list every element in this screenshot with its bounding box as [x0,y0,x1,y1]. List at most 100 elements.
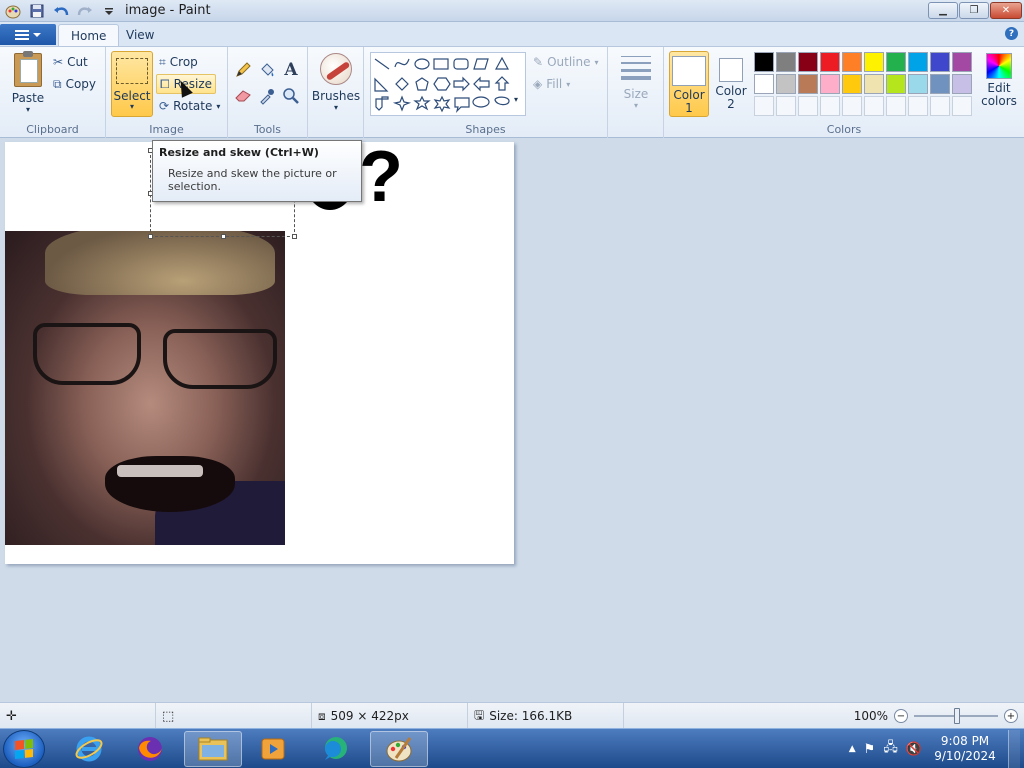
color-swatch[interactable] [776,52,796,72]
custom-color-slot[interactable] [754,96,774,116]
brushes-label: Brushes [311,89,361,103]
color-swatch[interactable] [908,74,928,94]
color-swatch[interactable] [798,74,818,94]
outline-label: Outline [547,55,591,69]
help-icon[interactable]: ? [1005,27,1018,40]
paint-menu-button[interactable] [0,24,56,45]
custom-color-slot[interactable] [952,96,972,116]
system-clock[interactable]: 9:08 PM 9/10/2024 [930,734,1000,764]
selection-handle[interactable] [221,234,226,239]
shapes-gallery-icons[interactable] [371,53,527,117]
color-swatch[interactable] [864,52,884,72]
color-wheel-icon [986,53,1012,79]
volume-muted-icon[interactable]: 🔇 [906,742,922,757]
canvas-workspace[interactable]: ?? [0,138,1024,702]
color-swatch[interactable] [952,52,972,72]
selection-size-segment: ⬚ [156,703,312,729]
show-desktop-button[interactable] [1008,730,1020,768]
paste-label: Paste [11,91,45,105]
custom-color-slot[interactable] [908,96,928,116]
cut-button[interactable]: ✂ Cut [50,52,91,72]
custom-color-slot[interactable] [930,96,950,116]
customize-toolbar-icon[interactable] [100,2,118,20]
size-button[interactable]: Size ▾ [616,53,656,110]
brushes-button[interactable]: Brushes ▾ [311,53,361,112]
taskbar-chat-app[interactable] [306,731,364,767]
fill-bucket-icon[interactable] [256,59,278,81]
tab-view[interactable]: View [114,24,166,46]
move-cursor-icon: ✛ [6,708,17,724]
color-swatch[interactable] [842,52,862,72]
restore-button[interactable]: ❐ [959,2,989,19]
color-swatch[interactable] [776,74,796,94]
edit-colors-button[interactable]: Edit colors [978,53,1020,108]
outline-button[interactable]: ✎ Outline ▾ [530,52,602,72]
copy-button[interactable]: ⧉ Copy [50,74,99,94]
shapes-scroll-down-icon[interactable]: ▾ [514,89,518,109]
color-swatch[interactable] [864,74,884,94]
selection-handle[interactable] [292,234,297,239]
color-swatch[interactable] [952,74,972,94]
magnifier-icon[interactable] [280,85,302,107]
eraser-icon[interactable] [232,85,254,107]
photo-teeth [117,465,203,477]
color2-button[interactable]: Color 2 [711,51,751,117]
colors-group: Color 1 Color 2 Edit colors Colors [664,47,1024,139]
taskbar-paint[interactable] [370,731,428,767]
minimize-button[interactable]: ▁ [928,2,958,19]
redo-icon[interactable] [76,2,94,20]
status-bar: ✛ ⬚ ⧈ 509 × 422px 🖫 Size: 166.1KB 100% −… [0,702,1024,729]
taskbar-file-explorer[interactable] [184,731,242,767]
color-picker-icon[interactable] [256,85,278,107]
outline-icon: ✎ [533,55,544,69]
network-icon[interactable]: 🖧 [883,738,898,760]
color-swatch[interactable] [754,52,774,72]
action-center-flag-icon[interactable]: ⚑ [864,742,876,757]
color-swatch[interactable] [908,52,928,72]
start-button[interactable] [3,730,45,768]
zoom-slider-thumb[interactable] [954,708,960,724]
color-swatch[interactable] [842,74,862,94]
custom-color-slot[interactable] [886,96,906,116]
custom-color-slot[interactable] [776,96,796,116]
save-icon[interactable] [28,2,46,20]
paste-button[interactable]: Paste ▾ [8,51,48,114]
color1-button[interactable]: Color 1 [669,51,709,117]
color-swatch[interactable] [820,52,840,72]
crop-button[interactable]: ⌗ Crop [156,52,201,72]
select-button[interactable]: Select ▾ [111,51,153,117]
color-swatch[interactable] [820,74,840,94]
zoom-slider[interactable] [914,708,998,724]
color-swatch[interactable] [930,52,950,72]
windows-logo-icon [15,739,33,759]
select-label: Select [113,89,151,103]
color-swatch[interactable] [798,52,818,72]
taskbar-internet-explorer[interactable] [60,731,118,767]
selection-handle[interactable] [148,234,153,239]
color-swatch[interactable] [886,74,906,94]
close-button[interactable]: ✕ [990,2,1022,19]
custom-color-slot[interactable] [820,96,840,116]
custom-color-slot[interactable] [798,96,818,116]
tab-home[interactable]: Home [58,24,120,46]
undo-icon[interactable] [52,2,70,20]
zoom-out-button[interactable]: − [894,709,908,723]
pencil-icon[interactable] [232,59,254,81]
text-tool-icon[interactable]: A [280,59,302,81]
taskbar-media-player[interactable] [244,731,302,767]
color-swatch[interactable] [754,74,774,94]
menu-icon [15,29,29,40]
custom-color-slot[interactable] [842,96,862,116]
color-swatch[interactable] [930,74,950,94]
drawing-canvas[interactable]: ?? [5,142,514,564]
paint-app-icon[interactable] [4,2,22,20]
photo-glasses-right [163,329,277,389]
taskbar-firefox[interactable] [121,731,179,767]
show-hidden-icons-icon[interactable]: ▲ [849,744,856,754]
fill-button[interactable]: ◈ Fill ▾ [530,74,573,94]
custom-color-slot[interactable] [864,96,884,116]
tooltip-title: Resize and skew (Ctrl+W) [159,146,319,159]
zoom-in-button[interactable]: + [1004,709,1018,723]
color-swatch[interactable] [886,52,906,72]
rotate-button[interactable]: ⟳ Rotate ▾ [156,96,223,116]
